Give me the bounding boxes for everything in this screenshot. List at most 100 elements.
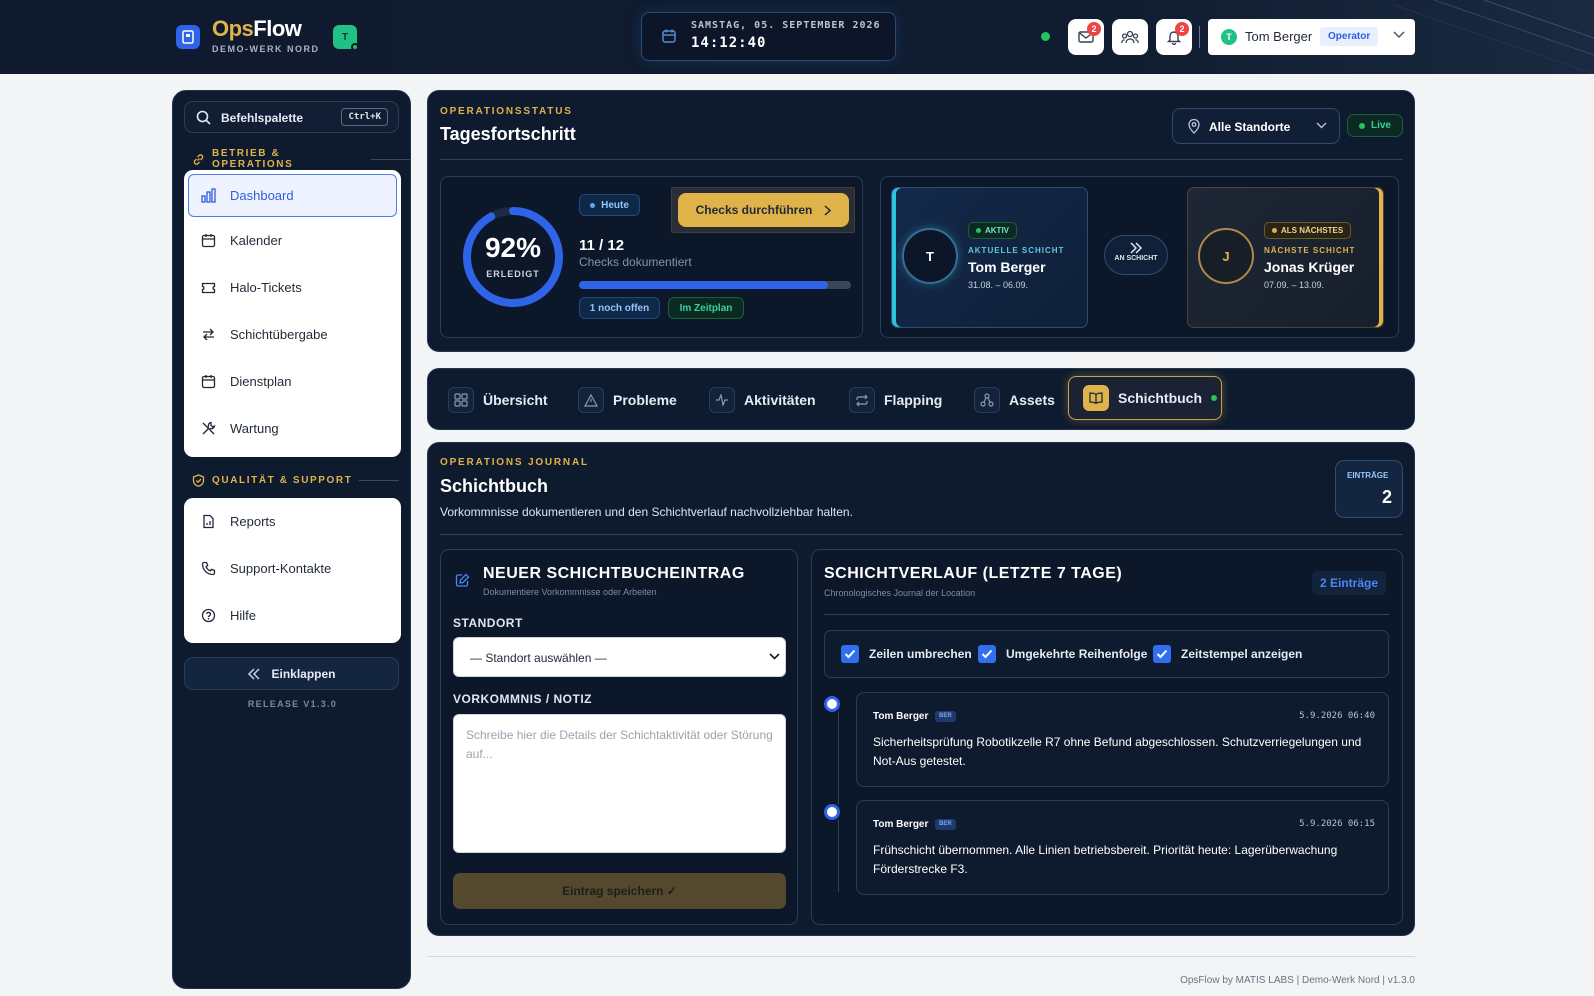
chevron-down-icon: [1316, 122, 1327, 129]
network-icon: [974, 387, 1000, 413]
notifications-button[interactable]: 2: [1156, 19, 1192, 55]
help-icon: [201, 608, 216, 623]
entry-location-badge: BER: [935, 711, 956, 722]
entries-counter-label: EINTRÄGE: [1347, 471, 1389, 480]
nav-group-quality: Reports Support-Kontakte Hilfe: [184, 498, 401, 643]
team-icon: [1121, 30, 1139, 44]
location-select[interactable]: — Standort auswählen —: [453, 637, 786, 677]
section-eyebrow: OPERATIONSSTATUS: [440, 106, 573, 117]
sidebar-item-label: Reports: [230, 514, 276, 529]
shield-check-icon: [192, 474, 205, 487]
timeline-node: [824, 696, 840, 712]
option-reverse-order[interactable]: Umgekehrte Reihenfolge: [978, 645, 1147, 663]
chevron-down-icon: [1393, 31, 1405, 39]
workspace-badge[interactable]: T: [333, 25, 359, 51]
repeat-icon: [849, 387, 875, 413]
header-decoration: [1394, 0, 1594, 74]
checks-progress-bar: [579, 281, 851, 289]
sidebar-item-halo-tickets[interactable]: Halo-Tickets: [184, 264, 401, 311]
operations-status-panel: OPERATIONSSTATUS Tagesfortschritt Alle S…: [427, 90, 1415, 352]
sidebar-item-dashboard[interactable]: Dashboard: [188, 174, 397, 217]
location-filter-value: Alle Standorte: [1209, 120, 1291, 134]
top-bar: OpsFlow DEMO-WERK NORD T SAMSTAG, 05. SE…: [0, 0, 1594, 74]
tab-probleme[interactable]: Probleme: [578, 381, 677, 419]
warning-icon: [578, 387, 604, 413]
book-icon: [1083, 385, 1109, 411]
new-entry-form: NEUER SCHICHTBUCHEINTRAG Dokumentiere Vo…: [440, 549, 798, 925]
sidebar-item-support-kontakte[interactable]: Support-Kontakte: [184, 545, 401, 592]
checkbox-checked-icon[interactable]: [978, 645, 996, 663]
checks-button-wrapper: Checks durchführen: [671, 187, 855, 233]
app-logo-icon[interactable]: [176, 25, 200, 49]
shift-person-name: Jonas Krüger: [1264, 259, 1355, 275]
shift-overview: T AKTIV AKTUELLE SCHICHT Tom Berger 31.0…: [880, 176, 1399, 338]
header-divider: [1199, 26, 1200, 48]
calendar-icon: [201, 233, 216, 248]
calendar-icon: [201, 374, 216, 389]
section-description: Vorkommnisse dokumentieren und den Schic…: [440, 505, 853, 519]
shift-kind: NÄCHSTE SCHICHT: [1264, 246, 1356, 255]
shift-journal-panel: OPERATIONS JOURNAL Schichtbuch Vorkommni…: [427, 442, 1415, 936]
date-time-display: SAMSTAG, 05. SEPTEMBER 2026 14:12:40: [641, 12, 896, 61]
command-palette-button[interactable]: Befehlspalette Ctrl+K: [184, 101, 399, 133]
user-menu-button[interactable]: T Tom Berger Operator: [1208, 19, 1415, 55]
current-date: SAMSTAG, 05. SEPTEMBER 2026: [691, 20, 881, 31]
status-badge: AKTIV: [968, 222, 1017, 239]
next-shift-card[interactable]: J ALS NÄCHSTES NÄCHSTE SCHICHT Jonas Krü…: [1187, 187, 1384, 328]
option-show-timestamps[interactable]: Zeitstempel anzeigen: [1153, 645, 1302, 663]
history-subtitle: Chronologisches Journal der Location: [824, 588, 976, 598]
today-badge: Heute: [579, 194, 640, 216]
section-heading-quality: QUALITÄT & SUPPORT: [192, 474, 400, 487]
history-count-badge: 2 Einträge: [1312, 571, 1387, 595]
collapse-sidebar-button[interactable]: Einklappen: [184, 657, 399, 690]
run-checks-button[interactable]: Checks durchführen: [678, 193, 849, 227]
tab-flapping[interactable]: Flapping: [849, 381, 942, 419]
avatar: T: [902, 228, 958, 284]
sidebar-item-kalender[interactable]: Kalender: [184, 217, 401, 264]
note-textarea[interactable]: Schreibe hier die Details der Schichtakt…: [453, 714, 786, 853]
note-label: VORKOMMNIS / NOTIZ: [453, 692, 592, 706]
shift-dates: 31.08. – 06.09.: [968, 280, 1029, 290]
option-wrap-lines[interactable]: Zeilen umbrechen: [841, 645, 972, 663]
tab-aktivitaeten[interactable]: Aktivitäten: [709, 381, 816, 419]
footer-divider: [427, 956, 1415, 957]
command-palette-label: Befehlspalette: [221, 111, 304, 125]
on-schedule-badge: Im Zeitplan: [668, 297, 744, 319]
save-entry-button[interactable]: Eintrag speichern ✓: [453, 873, 786, 909]
current-shift-card[interactable]: T AKTIV AKTUELLE SCHICHT Tom Berger 31.0…: [891, 187, 1088, 328]
sidebar-item-wartung[interactable]: Wartung: [184, 405, 401, 452]
app-brand[interactable]: OpsFlow: [212, 16, 302, 42]
shift-person-name: Tom Berger: [968, 259, 1046, 275]
chevron-down-icon: [769, 653, 780, 660]
sidebar-item-label: Schichtübergabe: [230, 327, 328, 342]
entry-author: Tom Berger: [873, 819, 929, 830]
tab-schichtbuch[interactable]: Schichtbuch: [1068, 376, 1222, 420]
divider: [824, 614, 1389, 615]
daily-progress-card: 92% ERLEDIGT Heute Checks durchführen 11…: [440, 176, 863, 338]
messages-button[interactable]: 2: [1068, 19, 1104, 55]
sidebar-item-reports[interactable]: Reports: [184, 498, 401, 545]
entry-text: Sicherheitsprüfung Robotikzelle R7 ohne …: [873, 735, 1362, 768]
page-title: Tagesfortschritt: [440, 124, 576, 144]
sidebar-item-hilfe[interactable]: Hilfe: [184, 592, 401, 639]
tab-assets[interactable]: Assets: [974, 381, 1055, 419]
entry-text: Frühschicht übernommen. Alle Linien betr…: [873, 843, 1338, 876]
footer: OpsFlow by MATIS LABS | Demo-Werk Nord |…: [1180, 975, 1415, 986]
online-dot: [351, 43, 359, 51]
shift-dates: 07.09. – 13.09.: [1264, 280, 1325, 290]
sidebar-item-dienstplan[interactable]: Dienstplan: [184, 358, 401, 405]
location-filter-select[interactable]: Alle Standorte: [1172, 108, 1340, 144]
progress-label: ERLEDIGT: [486, 269, 540, 279]
team-button[interactable]: [1112, 19, 1148, 55]
checks-count-label: Checks dokumentiert: [579, 255, 692, 269]
checkbox-checked-icon[interactable]: [841, 645, 859, 663]
sidebar: Befehlspalette Ctrl+K BETRIEB & OPERATIO…: [172, 90, 411, 989]
link-icon: [192, 153, 205, 166]
chart-bar-icon: [201, 188, 216, 203]
divider: [440, 534, 1403, 535]
release-version: RELEASE V1.3.0: [247, 699, 338, 709]
tab-uebersicht[interactable]: Übersicht: [448, 381, 548, 419]
checkbox-checked-icon[interactable]: [1153, 645, 1171, 663]
sidebar-item-schichtuebergabe[interactable]: Schichtübergabe: [184, 311, 401, 358]
entries-counter: EINTRÄGE 2: [1335, 460, 1403, 518]
